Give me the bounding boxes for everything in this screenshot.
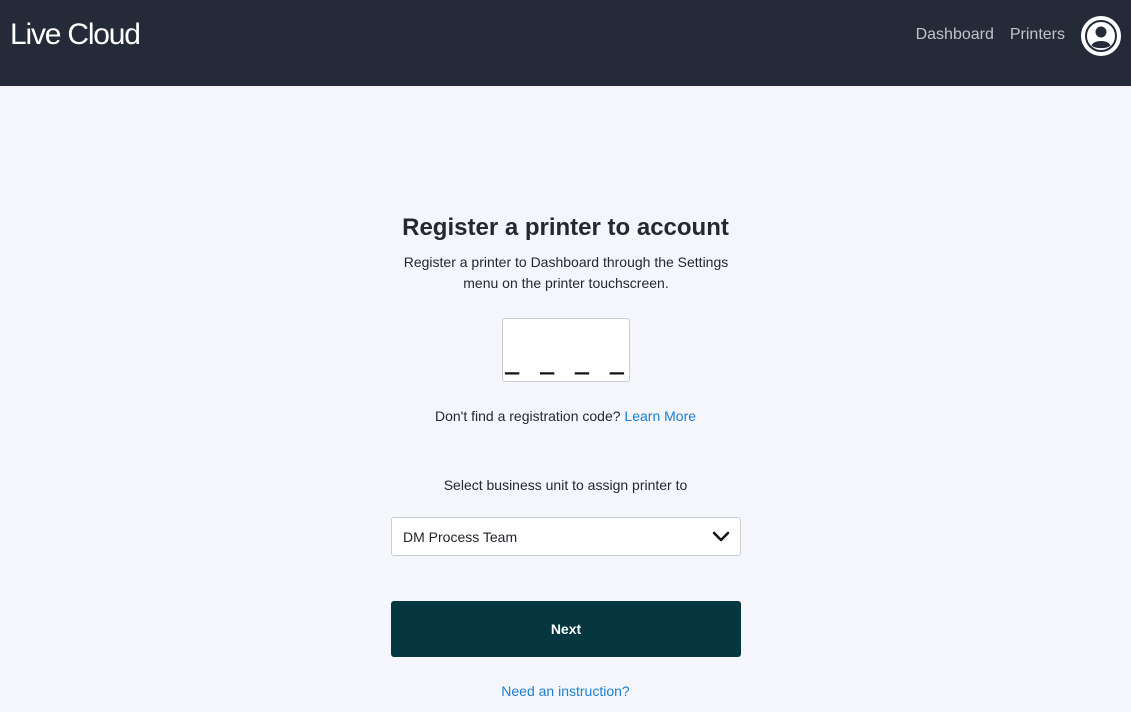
need-instruction-link[interactable]: Need an instruction? (501, 683, 629, 699)
page-title: Register a printer to account (402, 214, 729, 241)
nav-link-dashboard[interactable]: Dashboard (916, 26, 994, 44)
registration-code-value: _ _ _ _ (504, 347, 628, 375)
hint-text: Don't find a registration code? (434, 408, 621, 424)
learn-more-link[interactable]: Learn More (624, 408, 696, 424)
registration-code-hint: Don't find a registration code? Learn Mo… (0, 408, 1131, 424)
nav-link-printers[interactable]: Printers (1010, 26, 1065, 44)
main-nav: Dashboard Printers (916, 26, 1065, 44)
top-navigation-bar: Live Cloud Dashboard Printers (0, 0, 1131, 86)
business-unit-select[interactable]: DM Process Team (391, 517, 741, 556)
page-description: Register a printer to Dashboard through … (403, 254, 729, 291)
instruction-link-row: Need an instruction? (0, 683, 1131, 699)
business-unit-label: Select business unit to assign printer t… (443, 477, 688, 493)
user-circle-icon (1085, 20, 1117, 52)
user-avatar-button[interactable] (1081, 16, 1121, 56)
app-logo[interactable]: Live Cloud (10, 18, 141, 52)
next-button[interactable]: Next (391, 601, 741, 657)
business-unit-selected-value: DM Process Team (403, 529, 518, 545)
registration-code-input[interactable]: _ _ _ _ (502, 318, 630, 382)
chevron-down-icon (712, 531, 730, 542)
